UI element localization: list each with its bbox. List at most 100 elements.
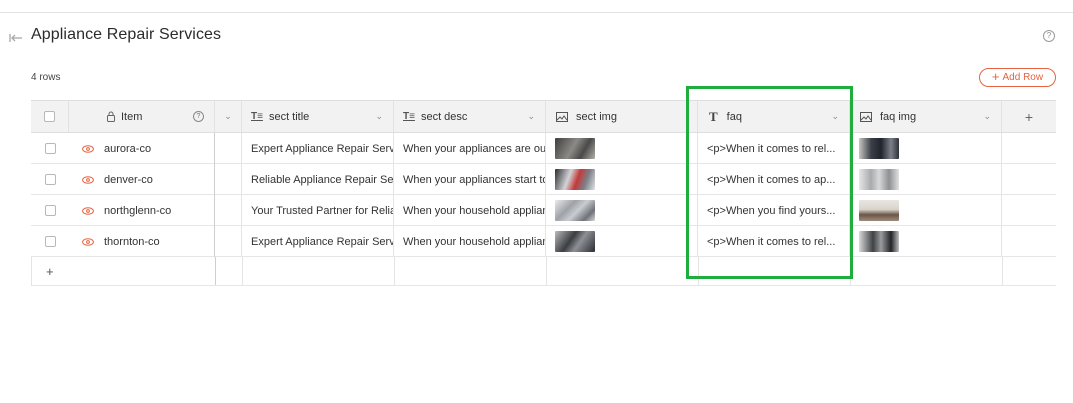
item-cell[interactable]: thornton-co <box>69 226 215 257</box>
eye-icon[interactable] <box>82 175 94 184</box>
text-icon: T <box>709 108 718 124</box>
faq-text: <p>When you find yours... <box>707 204 836 217</box>
column-label-item: Item <box>121 110 143 123</box>
chevron-down-icon[interactable]: ⌄ <box>224 111 232 122</box>
faq-img-cell[interactable] <box>850 195 1002 226</box>
column-label-sect-title: sect title <box>268 110 310 123</box>
item-cell[interactable]: denver-co <box>69 164 215 195</box>
column-header-item[interactable]: Item ? <box>69 100 215 133</box>
faq-image-thumbnail[interactable] <box>859 138 899 159</box>
sect-img-cell[interactable] <box>546 195 698 226</box>
image-icon <box>556 111 568 122</box>
sect-image-thumbnail[interactable] <box>555 231 595 252</box>
empty-cell <box>395 257 547 285</box>
sect-desc-cell[interactable]: When your appliances start to fail <box>394 164 546 195</box>
sect-desc-text: When your appliances start to fail <box>403 173 545 186</box>
help-icon[interactable]: ? <box>193 111 204 122</box>
question-circle-icon[interactable]: ? <box>1043 30 1055 42</box>
item-name: northglenn-co <box>104 204 172 217</box>
item-cell[interactable]: aurora-co <box>69 133 215 164</box>
table-row[interactable]: denver-co Reliable Appliance Repair Serv… <box>31 164 1056 195</box>
sect-desc-text: When your appliances are out of order <box>403 142 545 155</box>
sect-img-cell[interactable] <box>546 164 698 195</box>
row-checkbox[interactable] <box>44 143 56 154</box>
sect-title-cell[interactable]: Reliable Appliance Repair Services <box>242 164 394 195</box>
long-text-icon: T≡ <box>403 111 415 122</box>
sect-title-text: Expert Appliance Repair Services <box>251 235 393 248</box>
sect-title-cell[interactable]: Expert Appliance Repair Services <box>242 133 394 164</box>
sect-title-text: Reliable Appliance Repair Services <box>251 173 393 186</box>
empty-cell <box>851 257 1003 285</box>
sect-title-text: Expert Appliance Repair Services <box>251 142 393 155</box>
faq-cell[interactable]: <p>When it comes to rel... <box>698 133 850 164</box>
faq-text: <p>When it comes to rel... <box>707 142 836 155</box>
sect-img-cell[interactable] <box>546 133 698 164</box>
spacer-cell <box>215 133 242 164</box>
faq-image-thumbnail[interactable] <box>859 200 899 221</box>
faq-image-thumbnail[interactable] <box>859 169 899 190</box>
item-cell[interactable]: northglenn-co <box>69 195 215 226</box>
eye-icon[interactable] <box>82 144 94 153</box>
faq-img-cell[interactable] <box>850 164 1002 195</box>
eye-icon[interactable] <box>82 206 94 215</box>
sect-image-thumbnail[interactable] <box>555 169 595 190</box>
table-row[interactable]: thornton-co Expert Appliance Repair Serv… <box>31 226 1056 257</box>
row-select[interactable] <box>31 164 69 195</box>
header-select-all[interactable] <box>31 100 69 133</box>
spacer-cell <box>215 226 242 257</box>
faq-cell[interactable]: <p>When it comes to ap... <box>698 164 850 195</box>
column-header-sect-desc[interactable]: T≡ sect desc ⌄ <box>394 100 546 133</box>
add-row-button[interactable]: + Add Row <box>979 68 1056 87</box>
empty-cell <box>216 257 243 285</box>
table-row[interactable]: aurora-co Expert Appliance Repair Servic… <box>31 133 1056 164</box>
lock-icon <box>107 111 115 122</box>
sect-desc-cell[interactable]: When your household appliances <box>394 226 546 257</box>
row-select[interactable] <box>31 133 69 164</box>
row-count: 4 rows <box>31 72 61 83</box>
spacer-cell <box>215 195 242 226</box>
row-checkbox[interactable] <box>44 205 56 216</box>
sect-title-cell[interactable]: Expert Appliance Repair Services <box>242 226 394 257</box>
faq-img-cell[interactable] <box>850 133 1002 164</box>
row-checkbox[interactable] <box>44 174 56 185</box>
column-header-faq[interactable]: T faq ⌄ <box>698 100 850 133</box>
spacer-cell <box>215 164 242 195</box>
sect-title-cell[interactable]: Your Trusted Partner for Reliable <box>242 195 394 226</box>
column-header-sect-img[interactable]: sect img <box>546 100 698 133</box>
column-header-sect-title[interactable]: T≡ sect title ⌄ <box>242 100 394 133</box>
item-name: thornton-co <box>104 235 160 248</box>
long-text-icon: T≡ <box>251 111 263 122</box>
faq-img-cell[interactable] <box>850 226 1002 257</box>
page-title: Appliance Repair Services <box>31 26 222 43</box>
chevron-down-icon[interactable]: ⌄ <box>831 111 839 122</box>
sect-title-text: Your Trusted Partner for Reliable <box>251 204 393 217</box>
chevron-down-icon[interactable]: ⌄ <box>983 111 991 122</box>
chevron-down-icon[interactable]: ⌄ <box>375 111 383 122</box>
empty-cell <box>1003 257 1057 285</box>
sect-desc-cell[interactable]: When your household appliances <box>394 195 546 226</box>
row-checkbox[interactable] <box>44 236 56 247</box>
table-row[interactable]: northglenn-co Your Trusted Partner for R… <box>31 195 1056 226</box>
faq-text: <p>When it comes to rel... <box>707 235 836 248</box>
add-row-plus-button[interactable]: + <box>32 257 216 285</box>
empty-cell <box>1002 164 1056 195</box>
empty-cell <box>547 257 699 285</box>
empty-cell <box>699 257 851 285</box>
column-header-faq-img[interactable]: faq img ⌄ <box>850 100 1002 133</box>
sect-image-thumbnail[interactable] <box>555 138 595 159</box>
faq-cell[interactable]: <p>When it comes to rel... <box>698 226 850 257</box>
faq-cell[interactable]: <p>When you find yours... <box>698 195 850 226</box>
sect-desc-cell[interactable]: When your appliances are out of order <box>394 133 546 164</box>
select-all-checkbox[interactable] <box>44 111 55 122</box>
chevron-down-icon[interactable]: ⌄ <box>527 111 535 122</box>
collapse-sidebar-icon[interactable] <box>9 32 23 44</box>
eye-icon[interactable] <box>82 237 94 246</box>
column-header-menu[interactable]: ⌄ <box>215 100 242 133</box>
add-column-button[interactable]: + <box>1002 100 1056 133</box>
row-select[interactable] <box>31 195 69 226</box>
plus-icon: + <box>991 69 1000 84</box>
sect-img-cell[interactable] <box>546 226 698 257</box>
faq-image-thumbnail[interactable] <box>859 231 899 252</box>
sect-image-thumbnail[interactable] <box>555 200 595 221</box>
row-select[interactable] <box>31 226 69 257</box>
